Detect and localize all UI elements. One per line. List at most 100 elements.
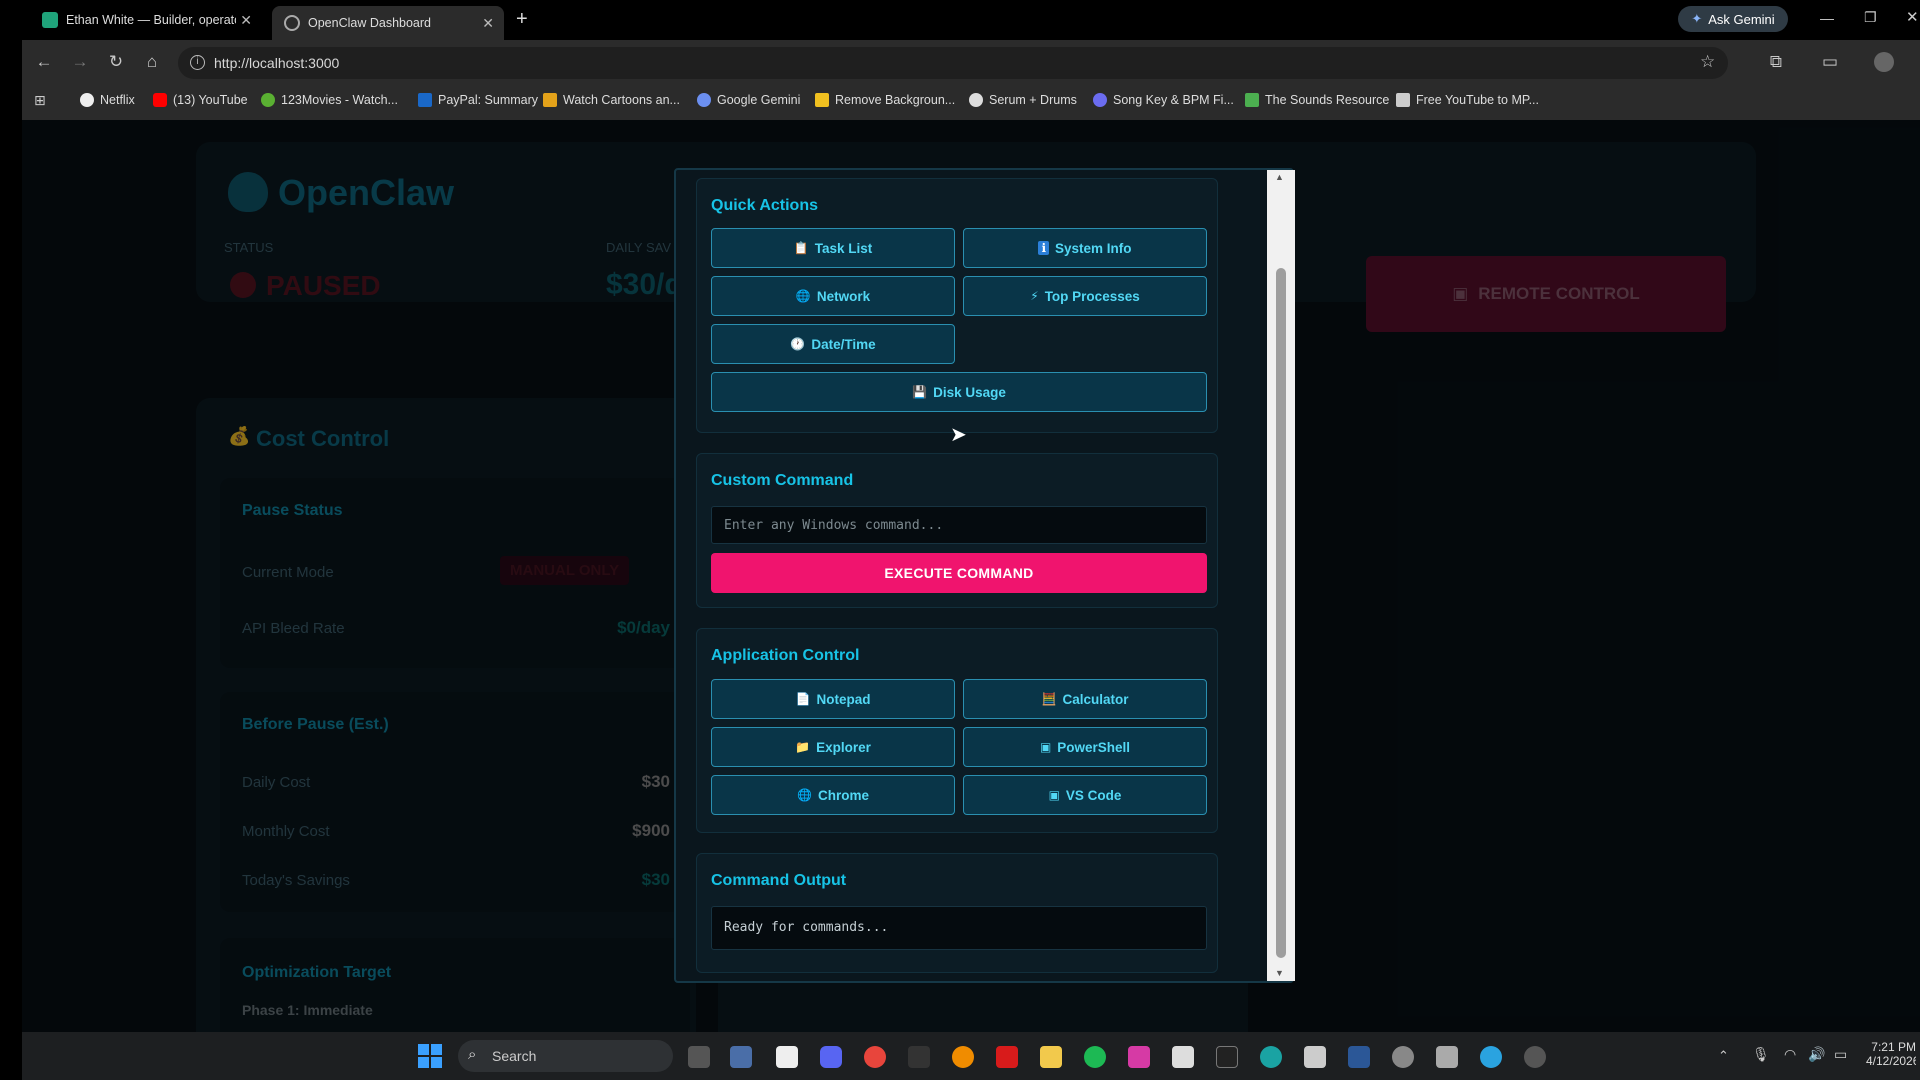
button-label: Top Processes bbox=[1044, 288, 1140, 304]
notepad-button[interactable]: 📄 Notepad bbox=[711, 679, 955, 719]
start-pane bbox=[431, 1057, 442, 1068]
folder-icon: 📁 bbox=[795, 740, 811, 754]
start-pane bbox=[418, 1057, 429, 1068]
execute-command-button[interactable]: EXECUTE COMMAND bbox=[711, 553, 1207, 593]
terminal-icon[interactable] bbox=[1216, 1046, 1238, 1068]
system-info-button[interactable]: ℹ System Info bbox=[963, 228, 1207, 268]
address-bar[interactable]: i http://localhost:3000 ☆ bbox=[178, 47, 1728, 79]
top-processes-button[interactable]: ⚡ Top Processes bbox=[963, 276, 1207, 316]
extensions-icon[interactable]: ⧉ bbox=[1766, 52, 1786, 72]
epic-games-icon[interactable] bbox=[908, 1046, 930, 1068]
bookmark-youtube[interactable]: (13) YouTube bbox=[153, 90, 248, 110]
speaker-icon[interactable]: 🔊 bbox=[1808, 1046, 1825, 1063]
bookmark-netflix[interactable]: Netflix bbox=[80, 90, 135, 110]
reload-icon[interactable]: ↻ bbox=[106, 52, 126, 72]
globe-icon: 🌐 bbox=[797, 788, 812, 802]
back-icon[interactable]: ← bbox=[34, 52, 54, 72]
bookmark-label: Song Key & BPM Fi... bbox=[1113, 93, 1234, 107]
new-tab-button[interactable]: + bbox=[516, 8, 528, 31]
battery-icon[interactable]: ▭ bbox=[1834, 1046, 1847, 1063]
box-app-icon[interactable] bbox=[1304, 1046, 1326, 1068]
bookmark-serum-drums[interactable]: Serum + Drums bbox=[969, 90, 1077, 110]
scroll-up-arrow-icon[interactable]: ▲ bbox=[1275, 172, 1284, 182]
button-label: Disk Usage bbox=[933, 384, 1006, 400]
spotify-icon[interactable] bbox=[1084, 1046, 1106, 1068]
scrollbar-thumb[interactable] bbox=[1276, 268, 1286, 958]
openai-icon[interactable] bbox=[1524, 1046, 1546, 1068]
bookmark-remove-background[interactable]: Remove Backgroun... bbox=[815, 90, 955, 110]
bookmark-label: The Sounds Resource bbox=[1265, 93, 1390, 107]
network-button[interactable]: 🌐 Network bbox=[711, 276, 955, 316]
bookmark-watch-cartoons[interactable]: Watch Cartoons an... bbox=[543, 90, 680, 110]
forward-icon[interactable]: → bbox=[70, 52, 90, 72]
bookmark-paypal[interactable]: PayPal: Summary bbox=[418, 90, 538, 110]
modal-scrollbar[interactable]: ▲ ▼ bbox=[1267, 170, 1295, 981]
side-panel-icon[interactable]: ▭ bbox=[1820, 52, 1840, 72]
discord-icon[interactable] bbox=[820, 1046, 842, 1068]
command-input[interactable] bbox=[711, 506, 1207, 544]
widgets-icon[interactable] bbox=[730, 1046, 752, 1068]
date-time-button[interactable]: 🕐 Date/Time bbox=[711, 324, 955, 364]
profile-avatar[interactable] bbox=[1874, 52, 1894, 72]
bookmark-label: Free YouTube to MP... bbox=[1416, 93, 1539, 107]
sounds-resource-icon bbox=[1245, 93, 1259, 107]
powershell-button[interactable]: ▣ PowerShell bbox=[963, 727, 1207, 767]
netflix-icon bbox=[80, 93, 94, 107]
app-grid-icon[interactable] bbox=[1436, 1046, 1458, 1068]
button-label: Task List bbox=[814, 240, 873, 256]
ask-gemini-button[interactable]: ✦ Ask Gemini bbox=[1678, 6, 1788, 32]
code-editor-icon: ▣ bbox=[1048, 788, 1060, 802]
wifi-icon[interactable]: ◠ bbox=[1784, 1046, 1796, 1063]
disk-usage-button[interactable]: 💾 Disk Usage bbox=[711, 372, 1207, 412]
system-clock[interactable]: 7:21 PM 4/12/2026 bbox=[1866, 1040, 1916, 1068]
chrome-button[interactable]: 🌐 Chrome bbox=[711, 775, 955, 815]
download-icon bbox=[1396, 93, 1410, 107]
task-list-button[interactable]: 📋 Task List bbox=[711, 228, 955, 268]
calculator-icon: 🧮 bbox=[1041, 692, 1057, 706]
l-app-icon[interactable] bbox=[996, 1046, 1018, 1068]
taskbar-search[interactable]: ⌕ Search bbox=[458, 1040, 673, 1072]
application-control-section: Application Control 📄 Notepad 🧮 Calculator… bbox=[696, 628, 1218, 833]
vs-code-button[interactable]: ▣ VS Code bbox=[963, 775, 1207, 815]
bookmark-star-icon[interactable]: ☆ bbox=[1700, 52, 1715, 72]
scroll-down-arrow-icon[interactable]: ▼ bbox=[1275, 968, 1284, 978]
apps-grid-icon[interactable]: ⊞ bbox=[34, 92, 46, 109]
bookmark-free-youtube-mp[interactable]: Free YouTube to MP... bbox=[1396, 90, 1539, 110]
tab-openclaw-dashboard[interactable]: OpenClaw Dashboard ✕ bbox=[272, 6, 504, 40]
button-label: Network bbox=[816, 288, 871, 304]
bookmark-google-gemini[interactable]: Google Gemini bbox=[697, 90, 800, 110]
media-player-icon[interactable] bbox=[1392, 1046, 1414, 1068]
bookmark-label: Serum + Drums bbox=[989, 93, 1077, 107]
word-icon[interactable] bbox=[1348, 1046, 1370, 1068]
bookmark-label: Google Gemini bbox=[717, 93, 801, 107]
close-window-icon[interactable]: ✕ bbox=[1906, 8, 1919, 26]
globe-icon: 🌐 bbox=[795, 289, 811, 303]
explorer-button[interactable]: 📁 Explorer bbox=[711, 727, 955, 767]
telegram-icon[interactable] bbox=[1480, 1046, 1502, 1068]
close-tab-icon[interactable]: ✕ bbox=[482, 15, 494, 32]
bookmark-song-key[interactable]: Song Key & BPM Fi... bbox=[1093, 90, 1234, 110]
bookmark-123movies[interactable]: 123Movies - Watch... bbox=[261, 90, 398, 110]
windows-start-icon[interactable] bbox=[418, 1044, 442, 1068]
microphone-icon[interactable]: 🎙 bbox=[1752, 1046, 1770, 1063]
home-icon[interactable]: ⌂ bbox=[142, 52, 162, 72]
app-triangle-icon[interactable] bbox=[1172, 1046, 1194, 1068]
custom-command-section: Custom Command EXECUTE COMMAND bbox=[696, 453, 1218, 608]
app-pink-icon[interactable] bbox=[1128, 1046, 1150, 1068]
chevron-up-icon[interactable]: ⌃ bbox=[1718, 1048, 1729, 1064]
close-tab-icon[interactable]: ✕ bbox=[240, 12, 252, 29]
site-info-icon[interactable]: i bbox=[190, 55, 205, 70]
minimize-icon[interactable]: — bbox=[1820, 10, 1834, 26]
calculator-button[interactable]: 🧮 Calculator bbox=[963, 679, 1207, 719]
browser-tab-strip: Ethan White — Builder, operato ✕ OpenCla… bbox=[0, 0, 1920, 40]
fl-studio-icon[interactable] bbox=[952, 1046, 974, 1068]
globe-icon bbox=[284, 15, 300, 31]
restore-icon[interactable]: ❐ bbox=[1864, 9, 1877, 26]
cursor-app-icon[interactable] bbox=[1260, 1046, 1282, 1068]
tab-ethan-white[interactable]: Ethan White — Builder, operato ✕ bbox=[30, 6, 262, 34]
chrome-icon[interactable] bbox=[864, 1046, 886, 1068]
file-icon[interactable] bbox=[776, 1046, 798, 1068]
bookmark-sounds-resource[interactable]: The Sounds Resource bbox=[1245, 90, 1389, 110]
file-explorer-icon[interactable] bbox=[1040, 1046, 1062, 1068]
task-view-icon[interactable] bbox=[688, 1046, 710, 1068]
